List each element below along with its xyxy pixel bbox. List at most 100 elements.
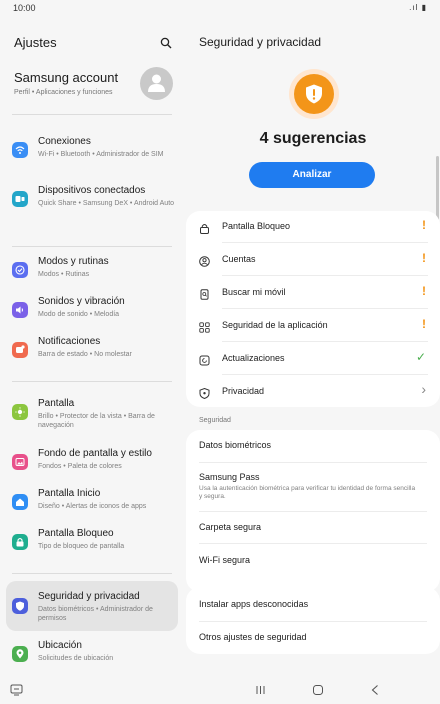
sidebar-item-dispositivos-conectados[interactable]: Dispositivos conectados Quick Share • Sa… — [6, 185, 178, 217]
lock-icon — [12, 534, 28, 550]
sidebar-item-pantalla[interactable]: Pantalla Brillo • Protector de la vista … — [6, 398, 178, 430]
divider — [222, 308, 428, 309]
chevron-right-icon: › — [421, 381, 426, 397]
wallpaper-icon — [12, 454, 28, 470]
lock-icon — [199, 221, 210, 234]
shield-icon — [12, 598, 28, 614]
update-icon — [199, 353, 210, 366]
sidebar-item-sonidos[interactable]: Sonidos y vibración Modo de sonido • Mel… — [6, 296, 178, 326]
divider — [222, 275, 428, 276]
check-label: Buscar mi móvil — [222, 287, 286, 297]
divider — [199, 462, 427, 463]
sidebar-item-seguridad-privacidad[interactable]: Seguridad y privacidad Datos biométricos… — [6, 581, 178, 631]
samsung-account-item[interactable]: Samsung account Perfil • Aplicaciones y … — [0, 64, 186, 114]
page-title: Seguridad y privacidad — [199, 35, 322, 49]
divider — [222, 242, 428, 243]
option-label: Datos biométricos — [199, 440, 272, 450]
sidebar-item-label: Seguridad y privacidad — [38, 591, 140, 602]
sidebar-item-subtitle: Brillo • Protector de la vista • Barra d… — [38, 413, 155, 429]
divider — [199, 621, 427, 622]
wifi-icon — [12, 142, 28, 158]
warning-icon: ! — [422, 218, 426, 232]
warning-icon: ! — [422, 317, 426, 331]
status-bar: 10:00 .ıl ▮ — [0, 0, 440, 16]
sidebar-item-subtitle: Tipo de bloqueo de pantalla — [38, 543, 125, 550]
sidebar-item-subtitle: Wi-Fi • Bluetooth • Administrador de SIM — [38, 151, 164, 158]
divider — [12, 381, 172, 382]
home-icon — [12, 494, 28, 510]
home-button-icon[interactable] — [312, 683, 324, 701]
sidebar-item-subtitle: Solicitudes de ubicación — [38, 655, 114, 662]
apps-grid-icon — [199, 320, 210, 333]
check-row-actualizaciones[interactable]: Actualizaciones ✓ — [186, 343, 440, 375]
warning-shield-icon — [294, 74, 334, 114]
security-status-icon — [289, 69, 339, 119]
check-row-pantalla-bloqueo[interactable]: Pantalla Bloqueo ! — [186, 211, 440, 243]
sidebar-item-subtitle: Quick Share • Samsung DeX • Android Auto — [38, 200, 175, 207]
account-icon — [199, 254, 210, 267]
check-label: Pantalla Bloqueo — [222, 221, 291, 231]
option-description: Usa la autenticación biométrica para ver… — [199, 485, 416, 500]
brightness-icon — [12, 404, 28, 420]
option-label: Samsung Pass — [199, 472, 260, 482]
divider — [222, 374, 428, 375]
sidebar-item-notificaciones[interactable]: Notificaciones Barra de estado • No mole… — [6, 336, 178, 366]
security-checks-card: Pantalla Bloqueo ! Cuentas ! Buscar mi m… — [186, 211, 440, 407]
recent-apps-icon[interactable] — [255, 683, 266, 701]
account-title: Samsung account — [14, 70, 119, 85]
sidebar-item-pantalla-inicio[interactable]: Pantalla Inicio Diseño • Alertas de icon… — [6, 488, 178, 518]
sidebar-item-label: Ubicación — [38, 640, 82, 651]
check-row-seguridad-aplicacion[interactable]: Seguridad de la aplicación ! — [186, 310, 440, 342]
check-circle-icon — [12, 262, 28, 278]
sidebar-item-label: Pantalla — [38, 398, 75, 409]
sidebar-item-subtitle: Diseño • Alertas de iconos de apps — [38, 503, 147, 510]
sidebar-item-subtitle: Modos • Rutinas — [38, 271, 90, 278]
sidebar-item-label: Conexiones — [38, 136, 91, 147]
taskbar-toggle-icon[interactable] — [10, 683, 23, 701]
sidebar-item-fondo-estilo[interactable]: Fondo de pantalla y estilo Fondos • Pale… — [6, 448, 178, 478]
check-label: Seguridad de la aplicación — [222, 320, 328, 330]
search-icon[interactable] — [160, 36, 172, 49]
warning-icon: ! — [422, 284, 426, 298]
option-label: Instalar apps desconocidas — [199, 599, 309, 609]
warning-icon: ! — [422, 251, 426, 265]
sidebar-item-subtitle: Fondos • Paleta de colores — [38, 463, 122, 470]
sidebar-item-conexiones[interactable]: Conexiones Wi-Fi • Bluetooth • Administr… — [6, 136, 178, 168]
option-label: Wi-Fi segura — [199, 555, 251, 565]
security-detail-pane: Seguridad y privacidad 4 sugerencias Ana… — [186, 16, 440, 680]
divider — [12, 114, 172, 115]
sidebar-item-label: Modos y rutinas — [38, 256, 109, 267]
sidebar-item-label: Dispositivos conectados — [38, 185, 146, 196]
suggestions-count: 4 sugerencias — [259, 130, 367, 147]
sidebar-item-pantalla-bloqueo[interactable]: Pantalla Bloqueo Tipo de bloqueo de pant… — [6, 528, 178, 558]
security-options-card: Datos biométricos Samsung Pass Usa la au… — [186, 430, 440, 592]
option-label: Otros ajustes de seguridad — [199, 632, 307, 642]
settings-title: Ajustes — [14, 35, 57, 50]
status-time: 10:00 — [13, 3, 36, 13]
check-row-privacidad[interactable]: Privacidad › — [186, 376, 440, 408]
sidebar-item-label: Fondo de pantalla y estilo — [38, 448, 152, 459]
location-pin-icon — [12, 646, 28, 662]
divider — [12, 573, 172, 574]
sidebar-item-modos-rutinas[interactable]: Modos y rutinas Modos • Rutinas — [6, 256, 178, 286]
check-label: Actualizaciones — [222, 353, 285, 363]
check-label: Cuentas — [222, 254, 256, 264]
option-label: Carpeta segura — [199, 522, 262, 532]
analyze-button[interactable]: Analizar — [249, 162, 375, 188]
other-options-card: Instalar apps desconocidas Otros ajustes… — [186, 587, 440, 654]
settings-list-pane: Ajustes Samsung account Perfil • Aplicac… — [0, 16, 186, 680]
connected-devices-icon — [12, 191, 28, 207]
notifications-icon — [12, 342, 28, 358]
divider — [222, 341, 428, 342]
privacy-shield-icon — [199, 386, 210, 400]
account-subtitle: Perfil • Aplicaciones y funciones — [14, 89, 113, 96]
check-label: Privacidad — [222, 386, 265, 396]
check-row-buscar-movil[interactable]: Buscar mi móvil ! — [186, 277, 440, 309]
sidebar-item-label: Notificaciones — [38, 336, 101, 347]
sidebar-item-ubicacion[interactable]: Ubicación Solicitudes de ubicación — [6, 640, 178, 670]
volume-icon — [12, 302, 28, 318]
check-row-cuentas[interactable]: Cuentas ! — [186, 244, 440, 276]
back-icon[interactable] — [370, 683, 380, 701]
sidebar-item-label: Pantalla Inicio — [38, 488, 101, 499]
avatar — [140, 67, 173, 100]
